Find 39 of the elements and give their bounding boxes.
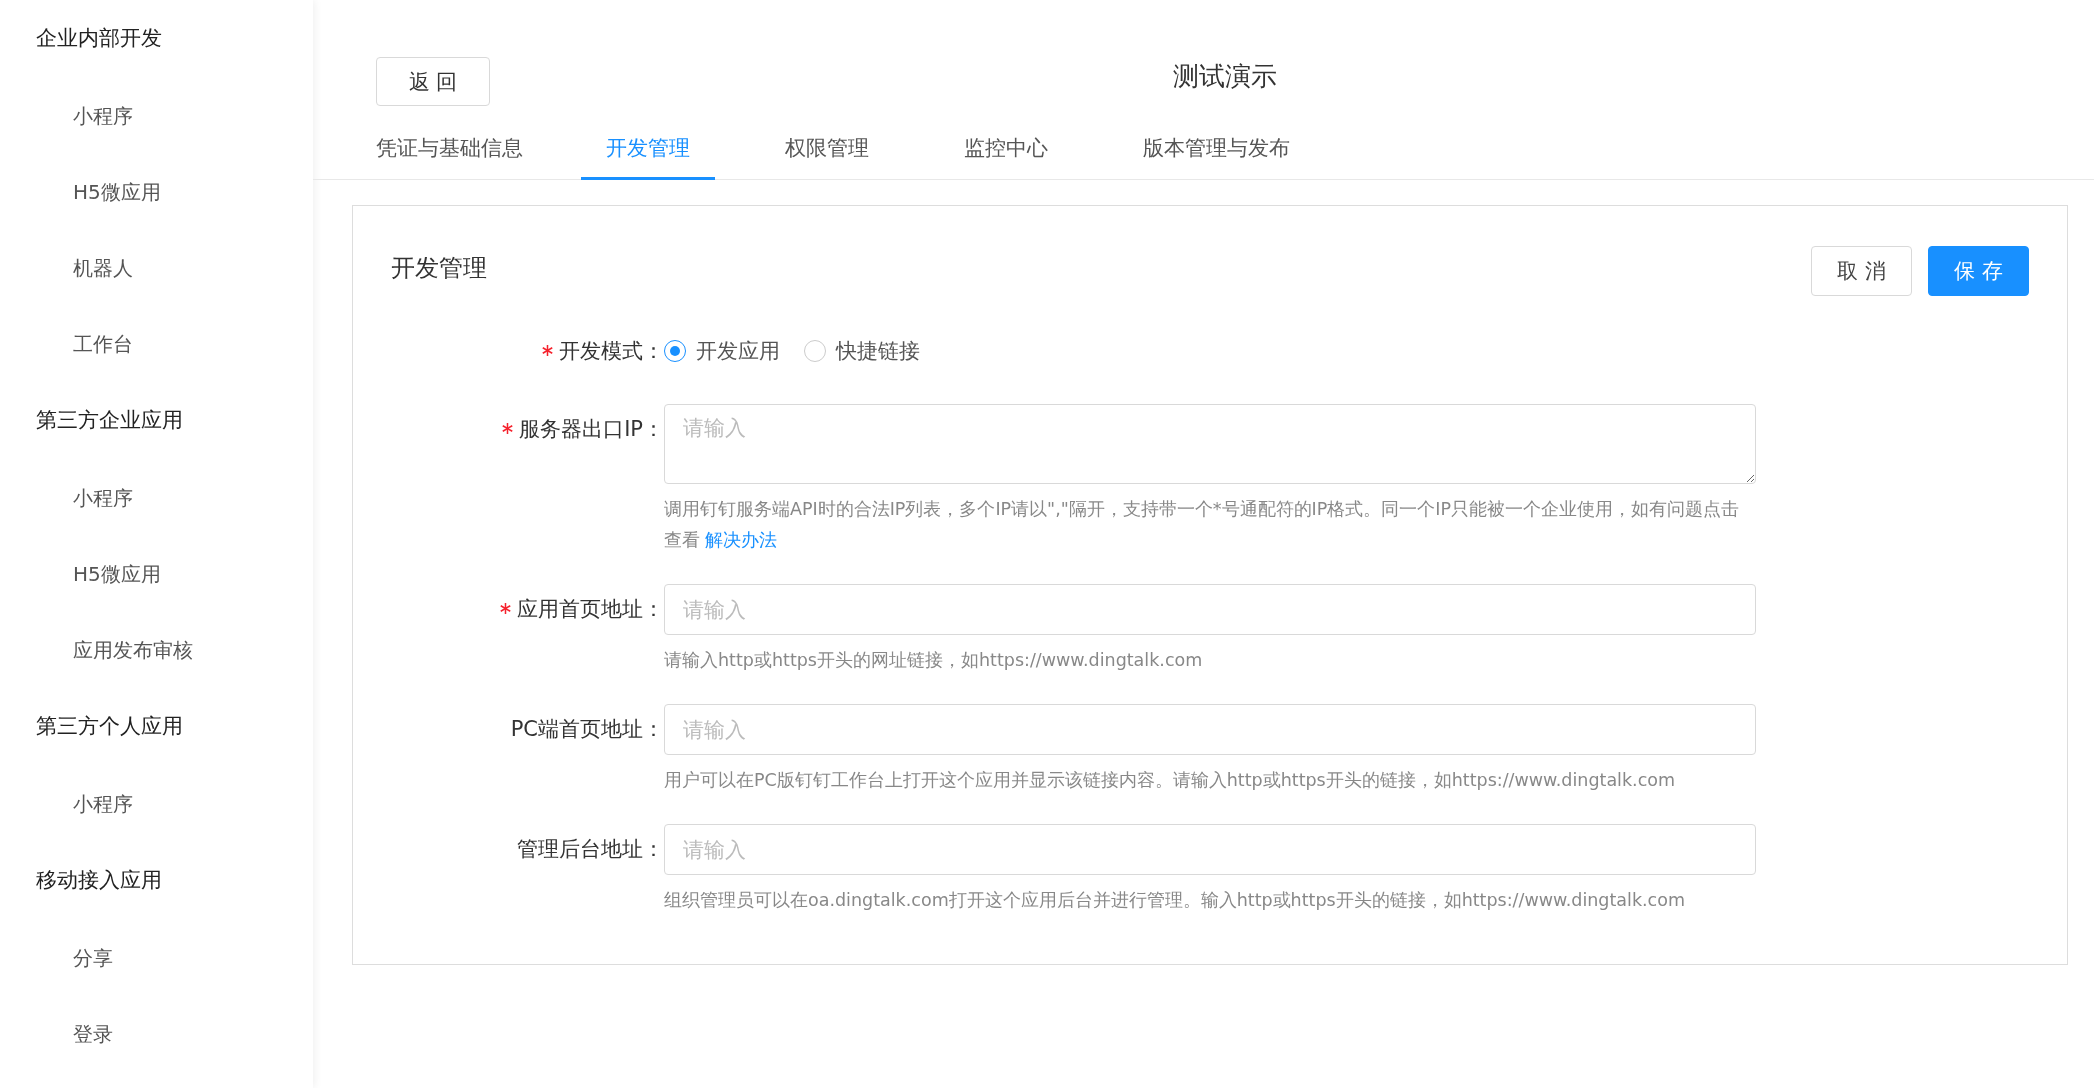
sidebar-item[interactable]: 小程序 <box>0 784 313 824</box>
field-label: PC端首页地址： <box>509 716 664 743</box>
tab[interactable]: 凭证与基础信息 <box>376 118 548 180</box>
hint-text: 请输入http或https开头的网址链接，如https://www.dingtalk.com <box>664 649 1204 672</box>
sidebar-group-title: 第三方个人应用 <box>35 713 184 740</box>
sidebar-group-title: 企业内部开发 <box>35 25 163 52</box>
tab[interactable]: 监控中心 <box>939 118 1073 180</box>
sidebar-item[interactable]: 登录 <box>0 1014 313 1054</box>
textarea-field[interactable]: 请输入 <box>664 404 1756 484</box>
input-field[interactable]: 请输入 <box>664 584 1756 635</box>
sidebar-item[interactable]: 工作台 <box>0 324 313 364</box>
sidebar-item[interactable]: 机器人 <box>0 248 313 288</box>
sidebar-item[interactable]: 小程序 <box>0 96 313 136</box>
radio-option[interactable]: 快捷链接 <box>804 337 920 365</box>
radio-option[interactable]: 开发应用 <box>664 337 780 365</box>
sidebar-group-title: 移动接入应用 <box>35 867 163 894</box>
back-button[interactable]: 返 回 <box>376 57 490 106</box>
sidebar-item[interactable]: 小程序 <box>0 478 313 518</box>
sidebar-item[interactable]: 应用发布审核 <box>0 630 313 670</box>
radio-label: 快捷链接 <box>836 338 920 365</box>
field-label: 服务器出口IP： <box>391 404 664 556</box>
page-title: 测试演示 <box>1172 60 1278 93</box>
radio-label: 开发应用 <box>696 338 780 365</box>
field-label: 管理后台地址： <box>516 836 664 863</box>
cancel-button[interactable]: 取 消 <box>1811 246 1912 296</box>
hint-text: 组织管理员可以在oa.dingtalk.com打开这个应用后台并进行管理。输入http或https开头的链接，如https://www.dingtalk.com <box>664 889 1686 912</box>
tab[interactable]: 版本管理与发布 <box>1118 118 1315 180</box>
hint-text: 用户可以在PC版钉钉工作台上打开这个应用并显示该链接内容。请输入http或https开头的链接，如https://www.dingtalk.com <box>664 769 1677 792</box>
hint-text: 调用钉钉服务端API时的合法IP列表，多个IP请以","隔开，支持带一个*号通配符的IP格式。同一个IP只能被一个企业使用，如有问题点击查看 解决办法 <box>664 498 1740 552</box>
sidebar-item[interactable]: H5微应用 <box>0 172 313 212</box>
input-field[interactable]: 请输入 <box>664 704 1756 755</box>
field-label: 应用首页地址： <box>391 584 664 676</box>
sidebar-item[interactable]: 分享 <box>0 938 313 978</box>
sidebar-group-title: 第三方企业应用 <box>35 407 184 434</box>
input-field[interactable]: 请输入 <box>664 824 1756 875</box>
sidebar-item[interactable]: H5微应用 <box>0 554 313 594</box>
card-title: 开发管理 <box>391 253 487 284</box>
tab[interactable]: 权限管理 <box>760 118 894 180</box>
field-label: 开发模式： <box>391 326 664 376</box>
